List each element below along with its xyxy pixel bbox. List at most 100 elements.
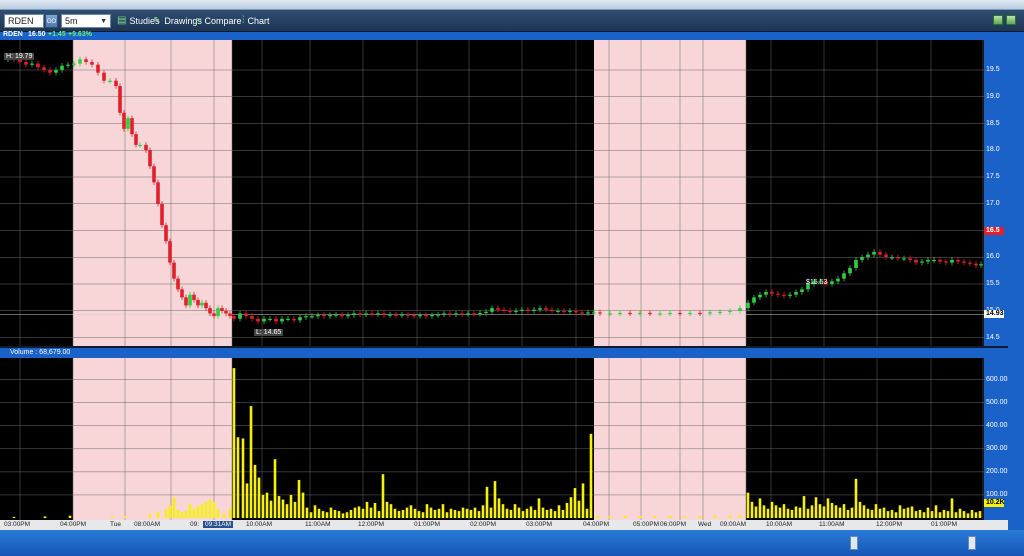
- candle-body: [60, 65, 64, 70]
- volume-bar: [585, 508, 589, 518]
- candle-body: [298, 317, 302, 321]
- candle-body: [478, 312, 482, 315]
- price-tick-label: 15.5: [986, 280, 1000, 287]
- time-tick-label: 11:00AM: [305, 521, 331, 528]
- candle-body: [956, 259, 960, 262]
- quote-price: 16.50: [28, 31, 46, 38]
- candle-body: [228, 313, 232, 317]
- candle-body: [932, 259, 936, 262]
- time-tick-label: 04:00PM: [583, 521, 610, 528]
- quote-change-pct: +9.63%: [68, 31, 92, 38]
- toolbar: GO 5m ▼ ▤ Studies ↖ Drawings ≈ Compare ⫶…: [0, 10, 1024, 32]
- minimize-icon[interactable]: [993, 15, 1003, 25]
- candle-body: [232, 316, 236, 319]
- candle-body: [598, 312, 602, 314]
- candle-body: [346, 315, 350, 317]
- candle-body: [224, 310, 228, 314]
- volume-bar: [910, 506, 914, 518]
- volume-bar: [573, 488, 577, 518]
- navigator-bar[interactable]: [0, 530, 1024, 556]
- volume-bar: [806, 508, 810, 518]
- volume-bar: [886, 511, 890, 518]
- candle-body: [388, 314, 392, 316]
- candle-body: [884, 254, 888, 258]
- volume-header: Volume : 68,679.00: [0, 348, 984, 358]
- volume-bar: [950, 498, 954, 518]
- volume-bar: [850, 507, 854, 518]
- volume-bar: [770, 501, 774, 518]
- candle-body: [914, 259, 918, 263]
- volume-bar: [774, 505, 778, 518]
- maximize-icon[interactable]: [1006, 15, 1016, 25]
- volume-bar: [581, 483, 585, 518]
- navigator-left-handle[interactable]: [850, 536, 858, 550]
- chart-label: Chart: [247, 16, 270, 26]
- volume-bar: [245, 483, 249, 518]
- volume-bar: [493, 481, 497, 518]
- volume-bar: [866, 508, 870, 518]
- candle-body: [130, 118, 134, 135]
- volume-bar: [188, 504, 192, 518]
- compare-button[interactable]: ≈ Compare: [196, 14, 242, 28]
- volume-bar: [794, 506, 798, 518]
- candle-body: [658, 313, 662, 315]
- candle-body: [442, 313, 446, 315]
- candle-body: [334, 314, 338, 316]
- time-tick-label: 12:00PM: [876, 521, 903, 528]
- volume-bar: [497, 498, 501, 518]
- volume-bar: [565, 503, 569, 518]
- volume-bar: [553, 511, 557, 518]
- volume-bar: [854, 478, 858, 518]
- drawings-button[interactable]: ↖ Drawings: [153, 14, 202, 28]
- chart-button[interactable]: ⫶ Chart: [242, 14, 270, 28]
- volume-badge: 10.2K: [984, 499, 1005, 507]
- candle-body: [758, 294, 762, 298]
- volume-bar: [966, 513, 970, 518]
- candle-body: [292, 318, 296, 321]
- volume-bar: [353, 507, 357, 518]
- volume-bar: [754, 506, 758, 518]
- candle-body: [586, 312, 590, 314]
- time-tick-label: 08:00AM: [134, 521, 161, 528]
- candle-body: [394, 314, 398, 316]
- symbol-input[interactable]: [4, 14, 44, 28]
- volume-bar: [473, 507, 477, 518]
- candle-body: [328, 315, 332, 317]
- volume-bar: [449, 508, 453, 518]
- volume-bar: [204, 501, 208, 518]
- price-axis: 19.519.018.518.017.517.016.516.015.515.0…: [984, 32, 1008, 348]
- volume-bar: [184, 511, 188, 518]
- volume-bar: [898, 505, 902, 518]
- volume-bar: [429, 507, 433, 518]
- candle-body: [168, 241, 172, 263]
- volume-bar: [172, 497, 176, 518]
- candle-body: [304, 316, 308, 318]
- time-tick-label: Tue: [110, 521, 121, 528]
- price-chart[interactable]: [0, 40, 984, 346]
- candle-body: [848, 267, 852, 274]
- candle-body: [574, 310, 578, 313]
- navigator-right-handle[interactable]: [968, 536, 976, 550]
- volume-bar: [321, 511, 325, 518]
- volume-bar: [481, 505, 485, 518]
- candle-body: [496, 308, 500, 310]
- candle-body: [188, 294, 192, 306]
- volume-bar: [537, 498, 541, 518]
- price-tick-label: 18.0: [986, 146, 1000, 154]
- candle-body: [950, 259, 954, 263]
- candle-body: [352, 313, 356, 316]
- volume-chart[interactable]: [0, 358, 984, 520]
- interval-select[interactable]: 5m ▼: [61, 14, 111, 28]
- candle-body: [370, 313, 374, 315]
- extended-hours-shade: [594, 358, 746, 520]
- candle-body: [908, 258, 912, 260]
- volume-bar: [265, 492, 269, 518]
- volume-bar: [638, 516, 642, 518]
- volume-bar: [874, 504, 878, 518]
- volume-bar: [373, 503, 377, 518]
- volume-bar: [814, 497, 818, 518]
- go-button[interactable]: GO: [45, 14, 58, 28]
- candle-body: [220, 308, 224, 311]
- volume-bar: [253, 464, 257, 518]
- volume-bar: [228, 508, 232, 518]
